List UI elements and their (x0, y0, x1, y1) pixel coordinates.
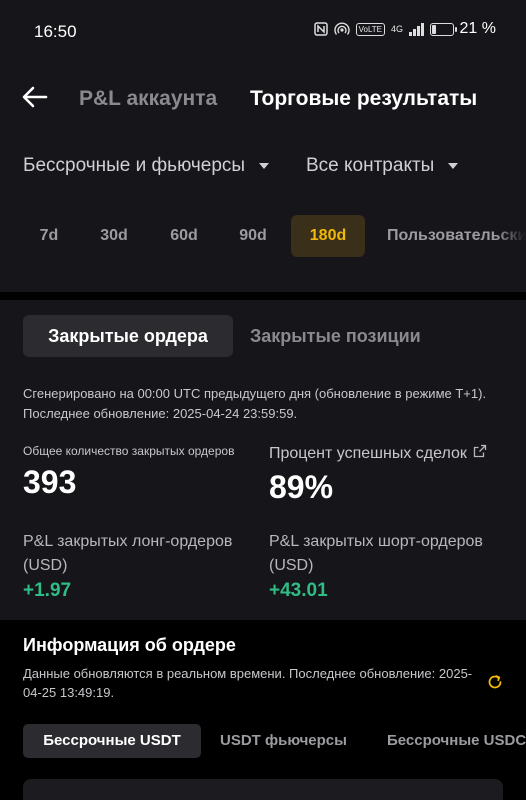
refresh-icon[interactable] (486, 673, 504, 691)
long-pl-label: P&L закрытых лонг-ордеров (USD) (23, 533, 233, 574)
mobile-data-icon: 4G (391, 24, 404, 34)
tab-usdc-perpetual[interactable]: Бессрочные USDC (387, 724, 526, 758)
hotspot-icon (333, 22, 350, 36)
caret-down-icon (448, 163, 459, 169)
battery-percent: 21 % (459, 20, 496, 37)
battery-level (431, 24, 436, 34)
period-selector: 7d 30d 60d 90d 180d Пользовательский (0, 215, 526, 257)
product-filter-label: Бессрочные и фьючерсы (23, 155, 246, 176)
contracts-filter-dropdown[interactable]: Все контракты (306, 155, 459, 177)
volte-icon: VoLTE (355, 22, 386, 36)
tab-usdt-perpetual[interactable]: Бессрочные USDT (23, 724, 201, 758)
generated-note: Сгенерировано на 00:00 UTC предыдущего д… (23, 386, 487, 421)
caret-down-icon (259, 163, 270, 169)
win-rate-value: 89% (269, 469, 334, 505)
signal-icon (409, 22, 424, 36)
order-card[interactable] (23, 779, 503, 800)
total-orders-value: 393 (23, 464, 77, 500)
nfc-icon (313, 22, 328, 36)
long-pl-value: +1.97 (23, 580, 72, 601)
total-orders-label: Общее количество закрытых ордеров (23, 444, 235, 458)
segment-closed-orders[interactable]: Закрытые ордера (23, 315, 233, 357)
period-90d[interactable]: 90d (227, 215, 279, 257)
order-info-title: Информация об ордере (23, 635, 236, 655)
product-filter-dropdown[interactable]: Бессрочные и фьючерсы (23, 155, 270, 177)
back-arrow-icon[interactable] (20, 82, 50, 112)
win-rate-label-text: Процент успешных сделок (269, 444, 467, 462)
period-180d[interactable]: 180d (291, 215, 365, 257)
tab-usdt-futures[interactable]: USDT фьючерсы (220, 724, 347, 758)
tab-trading-results[interactable]: Торговые результаты (250, 87, 477, 111)
short-pl-label: P&L закрытых шорт-ордеров (USD) (269, 533, 483, 574)
short-pl-value: +43.01 (269, 580, 328, 601)
tab-account-pnl[interactable]: P&L аккаунта (79, 87, 217, 111)
scroll-fade (496, 210, 526, 260)
period-7d[interactable]: 7d (28, 215, 70, 257)
period-30d[interactable]: 30d (88, 215, 140, 257)
segment-closed-positions[interactable]: Закрытые позиции (250, 315, 421, 357)
order-info-note: Данные обновляются в реальном времени. П… (23, 666, 473, 700)
status-icons: VoLTE 4G 21 % (313, 20, 496, 38)
battery-icon (429, 22, 457, 36)
period-60d[interactable]: 60d (158, 215, 210, 257)
external-link-icon[interactable] (473, 444, 487, 463)
status-time: 16:50 (34, 22, 77, 41)
win-rate-label[interactable]: Процент успешных сделок (269, 444, 487, 463)
contracts-filter-label: Все контракты (306, 155, 435, 176)
